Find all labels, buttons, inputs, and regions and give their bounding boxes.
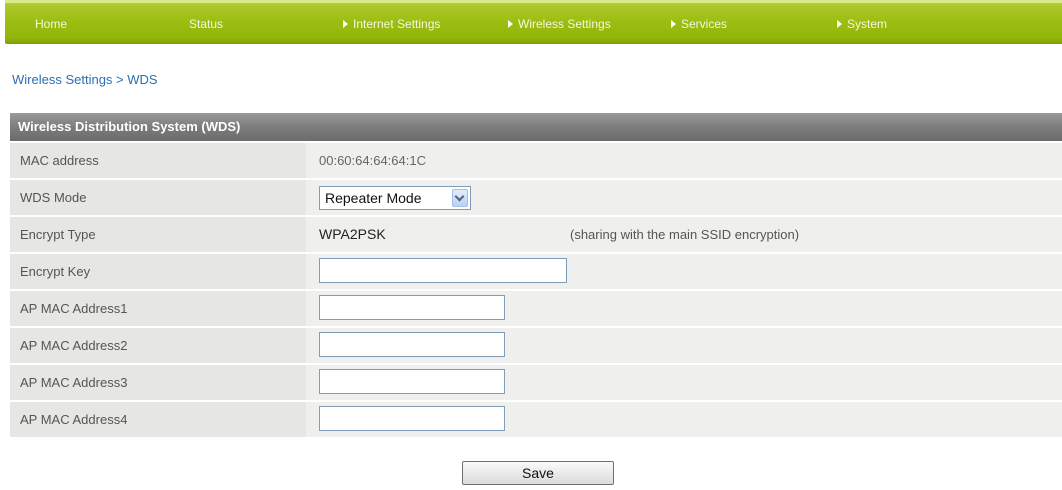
nav-item-services[interactable]: Services [671, 16, 727, 32]
nav-item-internet-settings[interactable]: Internet Settings [343, 16, 440, 32]
top-nav-bar: Home Status Internet Settings Wireless S… [5, 0, 1062, 44]
nav-item-wireless-settings[interactable]: Wireless Settings [508, 16, 611, 32]
ap-mac-address-4-input[interactable] [319, 406, 505, 431]
ap-mac-address-2-row: AP MAC Address2 [10, 328, 1062, 363]
triangle-right-icon [837, 20, 842, 28]
nav-item-label: Home [35, 17, 68, 31]
chevron-down-icon [454, 191, 465, 202]
encrypt-key-label: Encrypt Key [10, 254, 306, 289]
encrypt-type-label: Encrypt Type [10, 217, 306, 252]
ap-mac-address-4-row: AP MAC Address4 [10, 402, 1062, 437]
ap-mac-address-1-input[interactable] [319, 295, 505, 320]
save-button[interactable]: Save [462, 461, 614, 485]
triangle-right-icon [671, 20, 676, 28]
nav-item-label: Status [189, 17, 224, 31]
ap-mac-address-3-row: AP MAC Address3 [10, 365, 1062, 400]
encrypt-type-value: WPA2PSK [319, 226, 386, 242]
wds-mode-selected-value: Repeater Mode [325, 190, 422, 206]
wds-settings-panel: Wireless Distribution System (WDS) MAC a… [10, 113, 1062, 437]
breadcrumb: Wireless Settings > WDS [12, 72, 158, 87]
nav-item-status[interactable]: Status [189, 16, 223, 32]
ap-mac-address-4-label: AP MAC Address4 [10, 402, 306, 437]
nav-item-home[interactable]: Home [35, 16, 67, 32]
dropdown-button[interactable] [452, 189, 468, 207]
nav-item-label: Internet Settings [353, 17, 441, 31]
encrypt-key-input[interactable] [319, 258, 567, 283]
ap-mac-address-1-label: AP MAC Address1 [10, 291, 306, 326]
encrypt-key-row: Encrypt Key [10, 254, 1062, 289]
breadcrumb-parent-link[interactable]: Wireless Settings [12, 72, 112, 87]
nav-item-label: Wireless Settings [518, 17, 611, 31]
mac-address-row: MAC address 00:60:64:64:64:1C [10, 143, 1062, 178]
nav-item-system[interactable]: System [837, 16, 887, 32]
breadcrumb-current: WDS [127, 72, 158, 87]
mac-address-value: 00:60:64:64:64:1C [319, 153, 426, 168]
encrypt-type-row: Encrypt Type WPA2PSK (sharing with the m… [10, 217, 1062, 252]
wds-mode-label: WDS Mode [10, 180, 306, 215]
panel-title: Wireless Distribution System (WDS) [10, 113, 1062, 141]
mac-address-label: MAC address [10, 143, 306, 178]
nav-item-label: Services [681, 17, 728, 31]
triangle-right-icon [343, 20, 348, 28]
ap-mac-address-2-input[interactable] [319, 332, 505, 357]
triangle-right-icon [508, 20, 513, 28]
nav-item-label: System [847, 17, 888, 31]
ap-mac-address-3-label: AP MAC Address3 [10, 365, 306, 400]
ap-mac-address-3-input[interactable] [319, 369, 505, 394]
ap-mac-address-2-label: AP MAC Address2 [10, 328, 306, 363]
wds-mode-select[interactable]: Repeater Mode [319, 186, 471, 210]
wds-mode-row: WDS Mode Repeater Mode [10, 180, 1062, 215]
ap-mac-address-1-row: AP MAC Address1 [10, 291, 1062, 326]
breadcrumb-separator: > [112, 72, 128, 87]
encrypt-type-note: (sharing with the main SSID encryption) [570, 227, 800, 242]
